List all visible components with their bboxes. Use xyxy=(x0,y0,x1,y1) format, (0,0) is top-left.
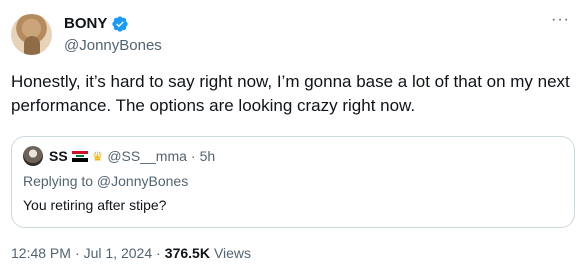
meta-separator: · xyxy=(74,245,80,261)
views-count[interactable]: 376.5K xyxy=(165,243,210,263)
quoted-text: You retiring after stipe? xyxy=(23,197,167,213)
quoted-author-handle[interactable]: @SS__mma xyxy=(107,148,187,164)
author-avatar[interactable] xyxy=(11,14,52,55)
verified-badge-icon xyxy=(112,16,129,32)
views-label[interactable]: Views xyxy=(214,243,251,263)
tweet-text: Honestly, it’s hard to say right now, I’… xyxy=(11,72,570,115)
author-name-row: BONY xyxy=(64,14,129,34)
quoted-separator: · xyxy=(190,148,196,164)
author-handle[interactable]: @JonnyBones xyxy=(64,36,162,56)
author-display-name[interactable]: BONY xyxy=(64,14,107,34)
quoted-age[interactable]: 5h xyxy=(200,148,216,164)
tweet-date[interactable]: Jul 1, 2024 xyxy=(84,243,153,263)
tweet-card: BONY @JonnyBones ··· Honestly, it’s hard… xyxy=(0,0,587,270)
tweet-time[interactable]: 12:48 PM xyxy=(11,243,71,263)
more-icon[interactable]: ··· xyxy=(551,10,570,30)
tweet-metadata: 12:48 PM · Jul 1, 2024 · 376.5K Views xyxy=(11,243,251,263)
quoted-author-avatar[interactable] xyxy=(23,146,43,166)
quoted-author-name[interactable]: SS xyxy=(49,148,68,164)
quoted-tweet[interactable]: SS ♛ @SS__mma · 5h Replying to @JonnyBon… xyxy=(11,136,575,228)
quoted-replying-to: Replying to @JonnyBones xyxy=(23,173,189,189)
crown-icon: ♛ xyxy=(91,148,104,164)
meta-separator-2: · xyxy=(156,245,161,261)
quoted-header: SS ♛ @SS__mma · 5h xyxy=(49,146,215,166)
iraq-flag-icon xyxy=(71,150,88,162)
